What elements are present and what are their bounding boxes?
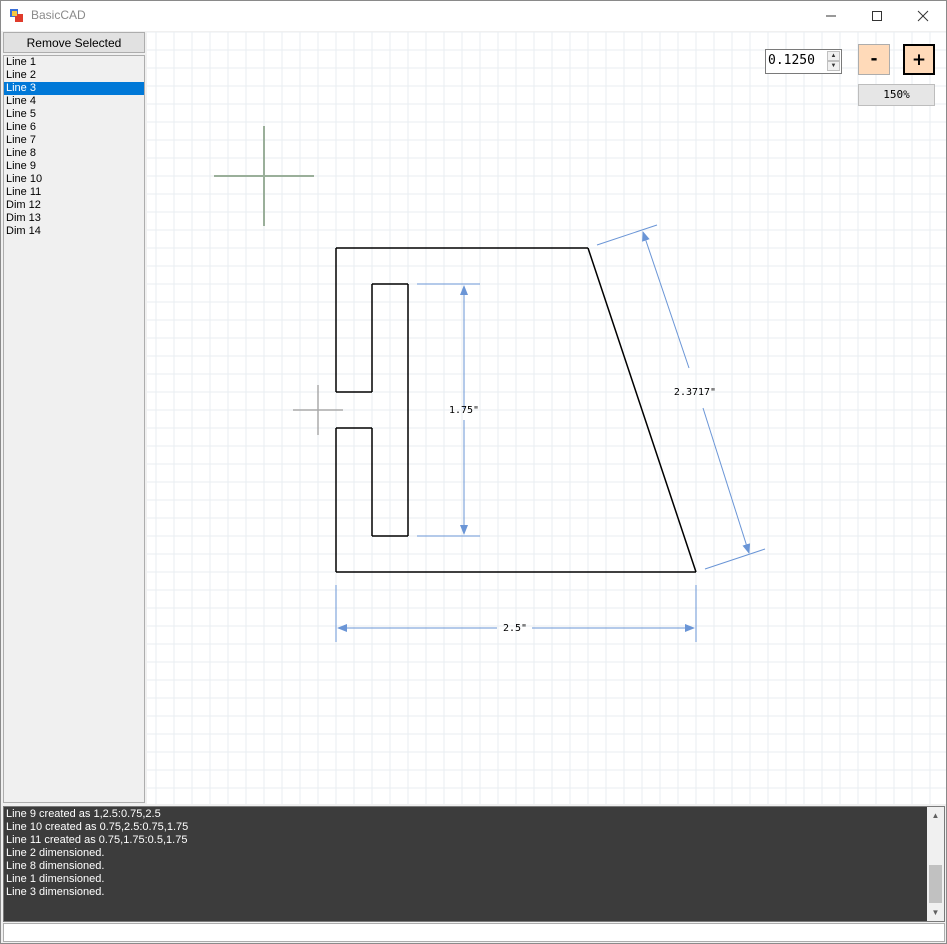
- window-title: BasicCAD: [31, 8, 86, 22]
- dimension-slant[interactable]: 2.3717": [596, 224, 766, 570]
- grid: [147, 32, 946, 804]
- log-line: Line 11 created as 0.75,1.75:0.5,1.75: [6, 834, 188, 846]
- zoom-in-button[interactable]: +: [903, 44, 935, 75]
- drawing-canvas[interactable]: 1.75" 2.3717" 2.5": [147, 32, 946, 804]
- spin-up-icon[interactable]: ▲: [827, 51, 840, 61]
- title-bar: BasicCAD: [1, 1, 946, 31]
- minimize-button[interactable]: [808, 1, 854, 31]
- scroll-down-icon[interactable]: ▼: [927, 904, 944, 921]
- list-item[interactable]: Line 9: [4, 160, 144, 173]
- log-line: Line 2 dimensioned.: [6, 847, 105, 859]
- spin-down-icon[interactable]: ▼: [827, 61, 840, 71]
- command-input[interactable]: [3, 923, 945, 942]
- scroll-thumb[interactable]: [929, 865, 942, 903]
- close-button[interactable]: [900, 1, 946, 31]
- list-item[interactable]: Line 6: [4, 121, 144, 134]
- list-item[interactable]: Line 10: [4, 173, 144, 186]
- log-line: Line 1 dimensioned.: [6, 873, 105, 885]
- list-item[interactable]: Line 8: [4, 147, 144, 160]
- log-line: Line 9 created as 1,2.5:0.75,2.5: [6, 808, 161, 820]
- close-icon: [917, 10, 929, 22]
- entity-list[interactable]: Line 1 Line 2 Line 3 Line 4 Line 5 Line 6 Line…: [3, 55, 145, 803]
- snap-value[interactable]: 0.1250: [768, 53, 815, 68]
- snap-spinner[interactable]: 0.1250 ▲ ▼: [765, 49, 842, 74]
- dimension-height-label: 1.75": [449, 405, 479, 416]
- list-item[interactable]: Line 7: [4, 134, 144, 147]
- log-line: Line 3 dimensioned.: [6, 886, 105, 898]
- list-item[interactable]: Line 1: [4, 56, 144, 69]
- minimize-icon: [826, 15, 836, 17]
- log-line: Line 10 created as 0.75,2.5:0.75,1.75: [6, 821, 189, 833]
- list-item[interactable]: Line 2: [4, 69, 144, 82]
- remove-selected-button[interactable]: Remove Selected: [3, 32, 145, 53]
- list-item[interactable]: Dim 13: [4, 212, 144, 225]
- scroll-up-icon[interactable]: ▲: [927, 807, 944, 824]
- list-item[interactable]: Dim 14: [4, 225, 144, 238]
- list-item[interactable]: Dim 12: [4, 199, 144, 212]
- output-log[interactable]: Line 9 created as 1,2.5:0.75,2.5 Line 10 …: [3, 806, 945, 922]
- crosshair-cursor: [214, 126, 314, 226]
- log-line: Line 8 dimensioned.: [6, 860, 105, 872]
- dimension-width-label: 2.5": [503, 623, 527, 634]
- maximize-icon: [872, 11, 882, 21]
- drawing-svg[interactable]: 1.75" 2.3717" 2.5": [147, 32, 946, 804]
- list-item[interactable]: Line 5: [4, 108, 144, 121]
- maximize-button[interactable]: [854, 1, 900, 31]
- list-item[interactable]: Line 3: [4, 82, 144, 95]
- zoom-level-display: 150%: [858, 84, 935, 106]
- list-item[interactable]: Line 4: [4, 95, 144, 108]
- zoom-out-button[interactable]: -: [858, 44, 890, 75]
- log-scrollbar[interactable]: ▲ ▼: [927, 807, 944, 921]
- dimension-slant-label: 2.3717": [674, 387, 716, 398]
- app-icon: [10, 9, 23, 22]
- app-window: BasicCAD Remove Selected Line 1 Line 2 Lin…: [0, 0, 947, 944]
- list-item[interactable]: Line 11: [4, 186, 144, 199]
